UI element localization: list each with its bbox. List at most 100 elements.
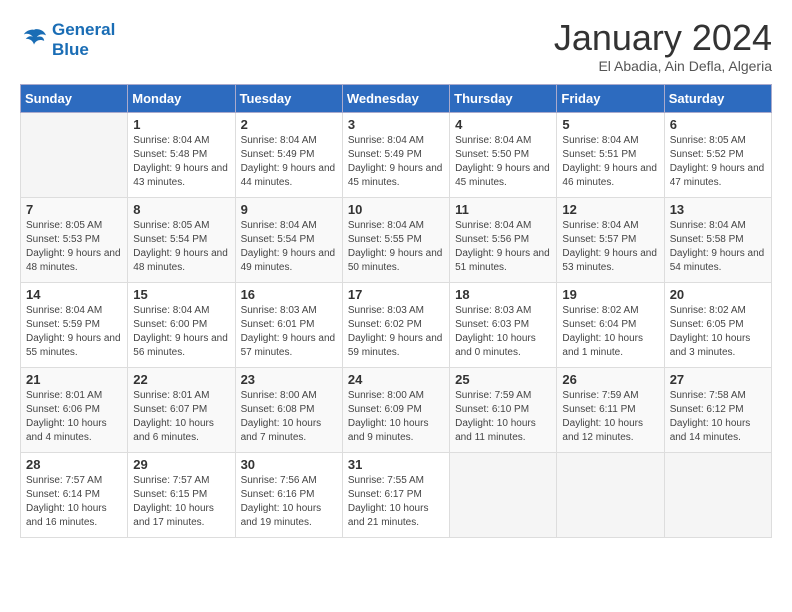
day-info: Sunrise: 8:00 AMSunset: 6:09 PMDaylight:…: [348, 389, 444, 445]
header-cell-sunday: Sunday: [21, 85, 128, 113]
day-info: Sunrise: 7:56 AMSunset: 6:16 PMDaylight:…: [241, 474, 337, 530]
day-cell: 21Sunrise: 8:01 AMSunset: 6:06 PMDayligh…: [21, 368, 128, 453]
day-cell: 30 Sunrise: 7:56 AMSunset: 6:16 PMDayligh…: [235, 453, 342, 538]
week-row-2: 7Sunrise: 8:05 AMSunset: 5:53 PMDaylight…: [21, 198, 772, 283]
day-cell: 19 Sunrise: 8:02 AMSunset: 6:04 PMDayligh…: [557, 283, 664, 368]
day-number: 15: [133, 287, 229, 302]
day-cell: 9 Sunrise: 8:04 AMSunset: 5:54 PMDaylight…: [235, 198, 342, 283]
week-row-3: 14 Sunrise: 8:04 AMSunset: 5:59 PMDayligh…: [21, 283, 772, 368]
day-info: Sunrise: 8:04 AMSunset: 5:58 PMDaylight:…: [670, 219, 766, 275]
day-number: 11: [455, 202, 551, 217]
header-cell-tuesday: Tuesday: [235, 85, 342, 113]
day-info: Sunrise: 8:02 AMSunset: 6:04 PMDaylight:…: [562, 304, 658, 360]
day-cell: 10Sunrise: 8:04 AMSunset: 5:55 PMDayligh…: [342, 198, 449, 283]
day-cell: [450, 453, 557, 538]
day-cell: 29Sunrise: 7:57 AMSunset: 6:15 PMDayligh…: [128, 453, 235, 538]
day-info: Sunrise: 8:04 AMSunset: 5:48 PMDaylight:…: [133, 134, 229, 190]
day-info: Sunrise: 8:02 AMSunset: 6:05 PMDaylight:…: [670, 304, 766, 360]
day-info: Sunrise: 8:05 AMSunset: 5:52 PMDaylight:…: [670, 134, 766, 190]
location-subtitle: El Abadia, Ain Defla, Algeria: [554, 58, 772, 74]
day-info: Sunrise: 8:01 AMSunset: 6:07 PMDaylight:…: [133, 389, 229, 445]
week-row-4: 21Sunrise: 8:01 AMSunset: 6:06 PMDayligh…: [21, 368, 772, 453]
day-number: 13: [670, 202, 766, 217]
day-info: Sunrise: 8:05 AMSunset: 5:53 PMDaylight:…: [26, 219, 122, 275]
day-number: 29: [133, 457, 229, 472]
day-cell: 15Sunrise: 8:04 AMSunset: 6:00 PMDayligh…: [128, 283, 235, 368]
day-cell: [664, 453, 771, 538]
day-cell: 14 Sunrise: 8:04 AMSunset: 5:59 PMDayligh…: [21, 283, 128, 368]
day-cell: [557, 453, 664, 538]
logo: General Blue: [20, 20, 115, 59]
day-number: 1: [133, 117, 229, 132]
day-cell: 18Sunrise: 8:03 AMSunset: 6:03 PMDayligh…: [450, 283, 557, 368]
day-number: 5: [562, 117, 658, 132]
calendar-body: 1 Sunrise: 8:04 AMSunset: 5:48 PMDaylight…: [21, 113, 772, 538]
day-number: 24: [348, 372, 444, 387]
day-cell: 17 Sunrise: 8:03 AMSunset: 6:02 PMDayligh…: [342, 283, 449, 368]
day-number: 25: [455, 372, 551, 387]
day-number: 22: [133, 372, 229, 387]
day-number: 21: [26, 372, 122, 387]
day-number: 9: [241, 202, 337, 217]
day-cell: 4 Sunrise: 8:04 AMSunset: 5:50 PMDaylight…: [450, 113, 557, 198]
day-info: Sunrise: 8:04 AMSunset: 5:54 PMDaylight:…: [241, 219, 337, 275]
week-row-5: 28 Sunrise: 7:57 AMSunset: 6:14 PMDayligh…: [21, 453, 772, 538]
day-cell: 5 Sunrise: 8:04 AMSunset: 5:51 PMDaylight…: [557, 113, 664, 198]
day-cell: 20Sunrise: 8:02 AMSunset: 6:05 PMDayligh…: [664, 283, 771, 368]
day-cell: 24 Sunrise: 8:00 AMSunset: 6:09 PMDayligh…: [342, 368, 449, 453]
day-info: Sunrise: 8:04 AMSunset: 5:49 PMDaylight:…: [348, 134, 444, 190]
day-cell: 25 Sunrise: 7:59 AMSunset: 6:10 PMDayligh…: [450, 368, 557, 453]
day-number: 31: [348, 457, 444, 472]
day-number: 30: [241, 457, 337, 472]
day-info: Sunrise: 8:03 AMSunset: 6:02 PMDaylight:…: [348, 304, 444, 360]
title-block: January 2024 El Abadia, Ain Defla, Alger…: [554, 20, 772, 74]
day-info: Sunrise: 8:04 AMSunset: 5:56 PMDaylight:…: [455, 219, 551, 275]
day-number: 17: [348, 287, 444, 302]
day-info: Sunrise: 7:57 AMSunset: 6:14 PMDaylight:…: [26, 474, 122, 530]
day-cell: 2 Sunrise: 8:04 AMSunset: 5:49 PMDaylight…: [235, 113, 342, 198]
day-info: Sunrise: 8:03 AMSunset: 6:01 PMDaylight:…: [241, 304, 337, 360]
day-info: Sunrise: 8:04 AMSunset: 5:51 PMDaylight:…: [562, 134, 658, 190]
logo-icon: [20, 28, 48, 52]
day-number: 26: [562, 372, 658, 387]
day-cell: 22 Sunrise: 8:01 AMSunset: 6:07 PMDayligh…: [128, 368, 235, 453]
day-info: Sunrise: 8:00 AMSunset: 6:08 PMDaylight:…: [241, 389, 337, 445]
day-cell: 7Sunrise: 8:05 AMSunset: 5:53 PMDaylight…: [21, 198, 128, 283]
day-info: Sunrise: 8:03 AMSunset: 6:03 PMDaylight:…: [455, 304, 551, 360]
page-header: General Blue January 2024 El Abadia, Ain…: [20, 20, 772, 74]
month-title: January 2024: [554, 20, 772, 56]
day-cell: 27Sunrise: 7:58 AMSunset: 6:12 PMDayligh…: [664, 368, 771, 453]
day-cell: [21, 113, 128, 198]
day-info: Sunrise: 8:04 AMSunset: 5:59 PMDaylight:…: [26, 304, 122, 360]
day-info: Sunrise: 8:04 AMSunset: 5:55 PMDaylight:…: [348, 219, 444, 275]
day-cell: 13 Sunrise: 8:04 AMSunset: 5:58 PMDayligh…: [664, 198, 771, 283]
header-cell-monday: Monday: [128, 85, 235, 113]
day-info: Sunrise: 7:58 AMSunset: 6:12 PMDaylight:…: [670, 389, 766, 445]
day-number: 12: [562, 202, 658, 217]
day-number: 23: [241, 372, 337, 387]
logo-text: General Blue: [52, 20, 115, 59]
day-number: 19: [562, 287, 658, 302]
day-info: Sunrise: 7:59 AMSunset: 6:10 PMDaylight:…: [455, 389, 551, 445]
day-number: 4: [455, 117, 551, 132]
day-number: 28: [26, 457, 122, 472]
day-number: 3: [348, 117, 444, 132]
day-number: 2: [241, 117, 337, 132]
day-cell: 26 Sunrise: 7:59 AMSunset: 6:11 PMDayligh…: [557, 368, 664, 453]
day-info: Sunrise: 7:59 AMSunset: 6:11 PMDaylight:…: [562, 389, 658, 445]
day-info: Sunrise: 8:04 AMSunset: 5:49 PMDaylight:…: [241, 134, 337, 190]
day-cell: 16Sunrise: 8:03 AMSunset: 6:01 PMDayligh…: [235, 283, 342, 368]
day-number: 8: [133, 202, 229, 217]
day-info: Sunrise: 8:05 AMSunset: 5:54 PMDaylight:…: [133, 219, 229, 275]
day-cell: 28 Sunrise: 7:57 AMSunset: 6:14 PMDayligh…: [21, 453, 128, 538]
day-cell: 23 Sunrise: 8:00 AMSunset: 6:08 PMDayligh…: [235, 368, 342, 453]
day-info: Sunrise: 7:55 AMSunset: 6:17 PMDaylight:…: [348, 474, 444, 530]
day-cell: 8 Sunrise: 8:05 AMSunset: 5:54 PMDaylight…: [128, 198, 235, 283]
day-number: 6: [670, 117, 766, 132]
week-row-1: 1 Sunrise: 8:04 AMSunset: 5:48 PMDaylight…: [21, 113, 772, 198]
calendar-table: SundayMondayTuesdayWednesdayThursdayFrid…: [20, 84, 772, 538]
day-number: 14: [26, 287, 122, 302]
day-info: Sunrise: 8:04 AMSunset: 5:50 PMDaylight:…: [455, 134, 551, 190]
day-info: Sunrise: 8:04 AMSunset: 5:57 PMDaylight:…: [562, 219, 658, 275]
day-cell: 31 Sunrise: 7:55 AMSunset: 6:17 PMDayligh…: [342, 453, 449, 538]
